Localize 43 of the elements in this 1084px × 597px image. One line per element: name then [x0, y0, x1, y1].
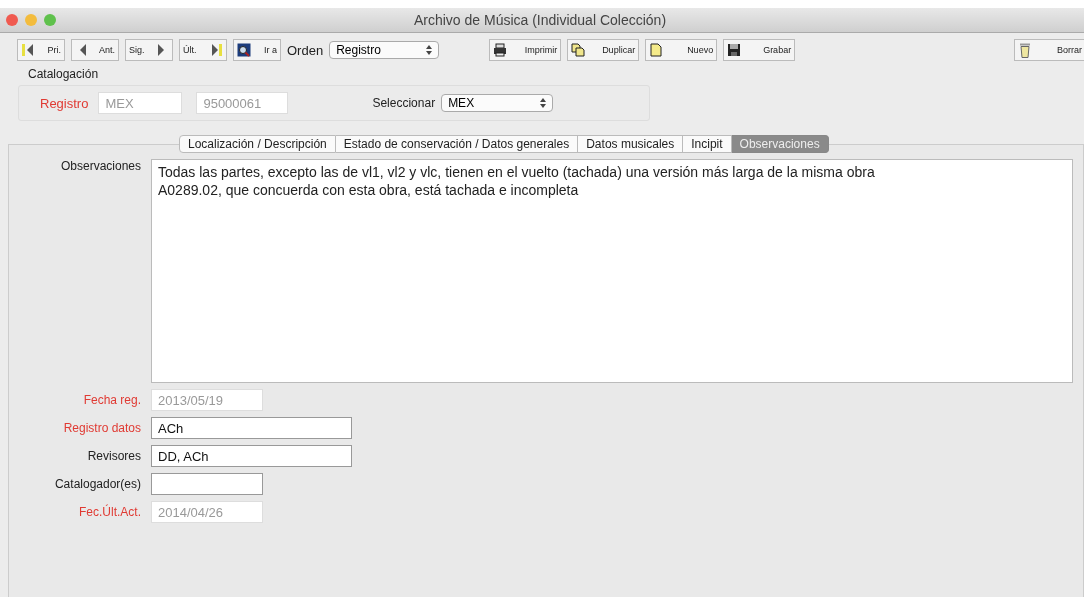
pages-icon	[571, 43, 586, 57]
last-arrow-icon	[209, 43, 223, 57]
page-icon	[649, 43, 664, 57]
field-label: Revisores	[86, 449, 141, 463]
tab[interactable]: Estado de conservación / Datos generales	[335, 135, 579, 153]
field-label: Fec.Últ.Act.	[78, 505, 141, 519]
first-arrow-icon	[21, 43, 35, 57]
toolbar-button[interactable]: Borrar	[1014, 39, 1084, 61]
input-field[interactable]: DD, ACh	[151, 445, 352, 467]
toolbar-button[interactable]: Ant.	[71, 39, 119, 61]
field-label: Fecha reg.	[82, 393, 141, 407]
stepper-arrows-icon	[426, 45, 433, 55]
toolbar-button[interactable]: Últ.	[179, 39, 227, 61]
order-label: Orden	[287, 42, 324, 58]
tab[interactable]: Incipit	[683, 135, 732, 153]
field-label: Registro	[40, 95, 89, 111]
field-label: Seleccionar	[372, 96, 436, 110]
close-button[interactable]	[6, 14, 18, 26]
input-field[interactable]	[151, 473, 263, 495]
input-field[interactable]: ACh	[151, 417, 352, 439]
stepper-arrows-icon	[540, 98, 547, 108]
text-area[interactable]: Todas las partes, excepto las de vl1, vl2 y vlc, tienen en el vuelto (tachada) una versión más larga de la misma obra A0289.02, que concuerda con esta obra, está tachada e incompleta	[151, 159, 1073, 383]
magnifier-icon	[237, 43, 251, 57]
tab[interactable]: Localización / Descripción	[179, 135, 336, 153]
field-label: Observaciones	[59, 159, 141, 173]
order-dropdown[interactable]: Registro	[329, 41, 440, 59]
toolbar-button[interactable]: Nuevo	[645, 39, 718, 61]
zoom-button[interactable]	[44, 14, 56, 26]
toolbar-button[interactable]: Sig.	[125, 39, 173, 61]
toolbar-button[interactable]: Duplicar	[567, 39, 640, 61]
toolbar-button[interactable]: Imprimir	[489, 39, 562, 61]
select-dropdown[interactable]: MEX	[441, 94, 554, 112]
window-title: Archivo de Música (Individual Colección)	[412, 12, 668, 28]
section-title: Catalogación	[27, 66, 100, 81]
toolbar-button[interactable]: Ir a	[233, 39, 281, 61]
field-label: Registro datos	[62, 421, 141, 435]
toolbar-button[interactable]: Grabar	[723, 39, 796, 61]
minimize-button[interactable]	[25, 14, 37, 26]
field-label: Catalogador(es)	[53, 477, 141, 491]
tab[interactable]: Datos musicales	[578, 135, 684, 153]
printer-icon	[493, 43, 508, 57]
trash-can-icon	[1018, 41, 1032, 59]
toolbar-button[interactable]: Pri.	[17, 39, 65, 61]
